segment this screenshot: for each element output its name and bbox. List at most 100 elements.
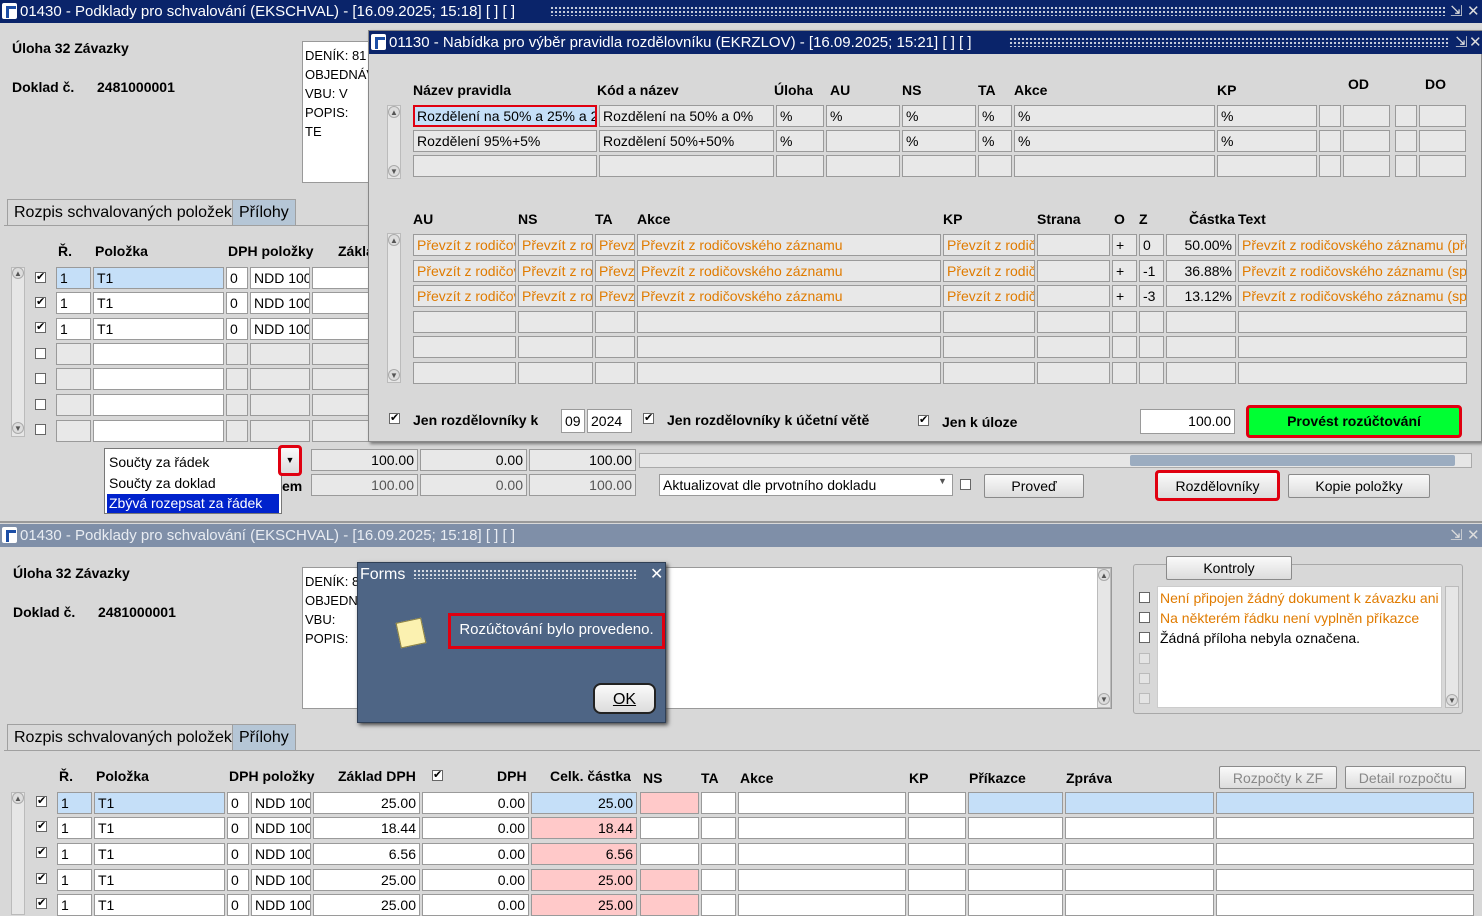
detail-au[interactable]: Převzít z rodičov	[413, 234, 516, 256]
proved-button[interactable]: Proveď	[984, 474, 1084, 498]
rule-od[interactable]	[1343, 155, 1390, 177]
detail-akce[interactable]	[637, 336, 941, 358]
row-akce[interactable]	[738, 843, 906, 865]
rule-code[interactable]: Rozdělení 50%+50%	[599, 130, 774, 152]
row-r[interactable]: 1	[56, 292, 91, 314]
row-zaklad-dph[interactable]: 25.00	[313, 792, 420, 814]
row-dph[interactable]: 0.00	[422, 869, 529, 891]
detail-o[interactable]: +	[1112, 285, 1137, 307]
row-ta[interactable]	[701, 792, 736, 814]
row-ns[interactable]	[640, 792, 699, 814]
detail-z[interactable]	[1139, 311, 1164, 333]
row-checkbox[interactable]: ✔	[35, 272, 46, 283]
row-kp[interactable]	[908, 843, 966, 865]
detail-castka[interactable]	[1166, 362, 1236, 384]
aktualizovat-checkbox[interactable]	[960, 479, 971, 490]
row-dph[interactable]	[226, 368, 248, 390]
row-zprava[interactable]	[1065, 869, 1214, 891]
rule-do-flag[interactable]	[1395, 130, 1417, 152]
row-dph[interactable]: 0	[226, 267, 248, 289]
close-icon[interactable]: ✕	[1467, 524, 1480, 547]
row-akce[interactable]	[738, 792, 906, 814]
row-ns[interactable]	[640, 817, 699, 839]
detail-castka[interactable]: 36.88%	[1166, 260, 1236, 282]
row-kp[interactable]	[908, 817, 966, 839]
scroll-up-icon[interactable]: ▲	[388, 106, 400, 118]
restore-icon[interactable]: ⇲	[1450, 0, 1463, 23]
detail-text[interactable]	[1238, 336, 1467, 358]
kontrola-checkbox[interactable]	[1139, 612, 1150, 623]
row-akce[interactable]	[738, 894, 906, 916]
dropdown-toggle-button[interactable]: ▼	[278, 445, 302, 476]
detail-strana[interactable]	[1037, 362, 1110, 384]
detail-o[interactable]	[1112, 336, 1137, 358]
restore-icon[interactable]: ⇲	[1455, 31, 1468, 54]
scroll-up-icon[interactable]: ▲	[12, 267, 24, 279]
row-prikazce[interactable]	[968, 843, 1063, 865]
row-r[interactable]	[56, 368, 91, 390]
detail-strana[interactable]	[1037, 234, 1110, 256]
detail-au[interactable]	[413, 311, 516, 333]
provest-rozuctovani-button[interactable]: Provést rozúčtování	[1246, 405, 1462, 438]
rule-od-flag[interactable]	[1319, 130, 1341, 152]
detail-text[interactable]: Převzít z rodičovského záznamu (spo	[1238, 285, 1467, 307]
row-ta[interactable]	[701, 894, 736, 916]
close-icon[interactable]: ✕	[1469, 31, 1482, 54]
top-window-titlebar[interactable]: 01430 - Podklady pro schvalování (EKSCHV…	[0, 0, 1482, 23]
row-celk-castka[interactable]: 25.00	[531, 869, 637, 891]
detail-strana[interactable]	[1037, 285, 1110, 307]
detail-o[interactable]: +	[1112, 234, 1137, 256]
row-extra[interactable]	[1216, 894, 1474, 916]
rule-name[interactable]	[413, 155, 597, 177]
row-polozka[interactable]: T1	[93, 267, 224, 289]
kontrola-checkbox[interactable]	[1139, 632, 1150, 643]
detail-ns[interactable]	[518, 311, 593, 333]
row-dph[interactable]: 0	[226, 292, 248, 314]
row-ndd[interactable]: NDD 100	[251, 817, 311, 839]
row-polozka[interactable]: T1	[94, 869, 225, 891]
row-zaklad[interactable]	[312, 292, 370, 314]
ok-button[interactable]: OK	[593, 683, 656, 714]
detail-strana[interactable]	[1037, 260, 1110, 282]
rozdelovniky-button[interactable]: Rozdělovníky	[1155, 470, 1280, 501]
rule-akce[interactable]: %	[1014, 105, 1215, 127]
kontrola-checkbox[interactable]	[1139, 693, 1150, 704]
row-prikazce[interactable]	[968, 894, 1063, 916]
rule-kp[interactable]: %	[1217, 105, 1317, 127]
row-zaklad-dph[interactable]: 25.00	[313, 869, 420, 891]
dropdown-item-soucty-doklad[interactable]: Součty za doklad	[109, 475, 216, 491]
rule-od[interactable]	[1343, 130, 1390, 152]
tab-prilohy[interactable]: Přílohy	[232, 724, 296, 750]
row-ndd[interactable]: NDD 100	[251, 894, 311, 916]
row-polozka[interactable]	[93, 343, 224, 365]
aktualizovat-select[interactable]: Aktualizovat dle prvotního dokladu	[659, 474, 953, 496]
row-ndd[interactable]	[250, 368, 310, 390]
rule-au[interactable]: %	[826, 105, 900, 127]
detail-z[interactable]: -1	[1139, 260, 1164, 282]
row-dph[interactable]: 0.00	[422, 817, 529, 839]
detail-ta[interactable]: Převz	[595, 285, 635, 307]
detail-ta[interactable]: Převz	[595, 260, 635, 282]
rule-akce[interactable]	[1014, 155, 1215, 177]
rule-ns[interactable]: %	[902, 105, 976, 127]
detail-au[interactable]: Převzít z rodičov	[413, 285, 516, 307]
scroll-up-icon[interactable]: ▲	[388, 234, 400, 246]
rule-code[interactable]	[599, 155, 774, 177]
rule-do[interactable]	[1419, 155, 1466, 177]
row-celk-castka[interactable]: 6.56	[531, 843, 637, 865]
row-akce[interactable]	[738, 817, 906, 839]
row-r[interactable]: 1	[57, 869, 92, 891]
detail-castka[interactable]: 13.12%	[1166, 285, 1236, 307]
detail-kp[interactable]: Převzít z rodič	[943, 234, 1035, 256]
rule-kp[interactable]: %	[1217, 130, 1317, 152]
rule-au[interactable]	[826, 130, 900, 152]
soucty-dropdown-list[interactable]: Součty za řádek Součty za doklad Zbývá r…	[104, 448, 282, 514]
row-ndd[interactable]: NDD 100	[250, 292, 310, 314]
rule-code[interactable]: Rozdělení na 50% a 0%	[599, 105, 774, 127]
rozpocty-k-zf-button[interactable]: Rozpočty k ZF	[1219, 766, 1337, 789]
detail-z[interactable]: -3	[1139, 285, 1164, 307]
restore-icon[interactable]: ⇲	[1450, 524, 1463, 547]
row-ndd[interactable]: NDD 100	[251, 843, 311, 865]
detail-ta[interactable]: Převz	[595, 234, 635, 256]
detail-strana[interactable]	[1037, 311, 1110, 333]
